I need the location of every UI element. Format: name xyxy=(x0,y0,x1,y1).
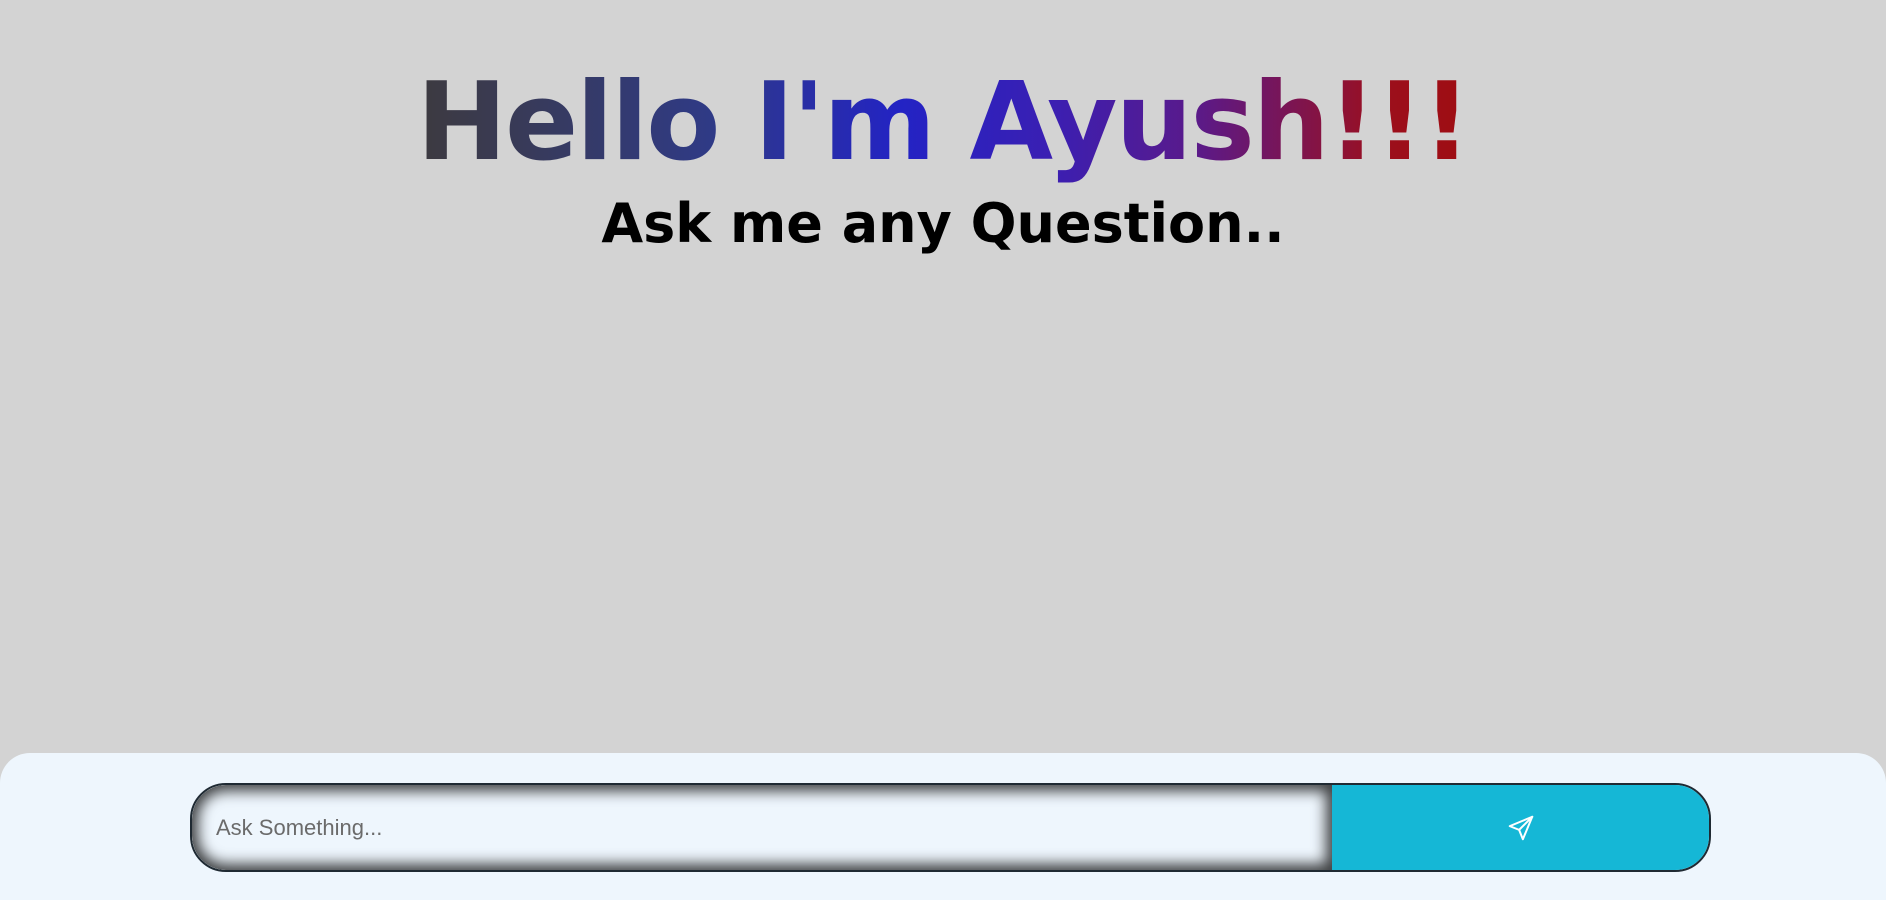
ask-form xyxy=(190,783,1711,872)
hero-subtitle: Ask me any Question.. xyxy=(601,192,1285,255)
input-panel xyxy=(0,753,1886,900)
page: Hello I'm Ayush!!! Ask me any Question.. xyxy=(0,0,1886,900)
ask-input[interactable] xyxy=(192,785,1332,870)
hero: Hello I'm Ayush!!! Ask me any Question.. xyxy=(0,58,1886,256)
send-button[interactable] xyxy=(1332,785,1709,870)
hero-title: Hello I'm Ayush!!! xyxy=(417,58,1472,188)
send-icon xyxy=(1506,813,1536,843)
